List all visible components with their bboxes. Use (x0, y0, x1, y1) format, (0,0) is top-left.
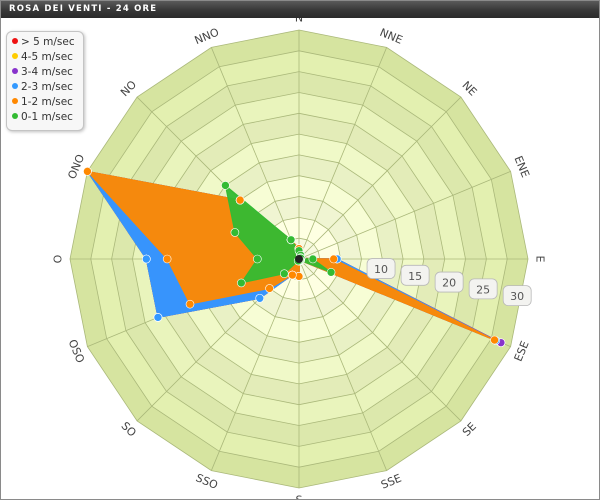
legend-label: 4-5 m/sec (21, 51, 73, 63)
data-point (185, 299, 195, 309)
legend-label: 2-3 m/sec (21, 81, 73, 93)
data-point (490, 335, 499, 345)
direction-label: ONO (65, 152, 87, 181)
radial-tick-label: 20 (442, 277, 456, 290)
data-point (308, 254, 318, 264)
direction-label: SO (118, 419, 138, 439)
data-point (221, 181, 230, 190)
direction-label: NE (459, 79, 479, 99)
direction-label: NNE (378, 26, 405, 47)
data-point (235, 195, 245, 205)
direction-label: OSO (66, 338, 87, 366)
data-point (326, 267, 336, 277)
direction-label: SSO (194, 471, 220, 492)
legend-label: 1-2 m/sec (21, 96, 73, 108)
chart-title: ROSA DEI VENTI - 24 ORE (9, 4, 158, 14)
legend-marker-icon (12, 98, 18, 104)
data-point (265, 284, 274, 293)
title-bar: ROSA DEI VENTI - 24 ORE (1, 1, 599, 18)
data-point (288, 270, 297, 280)
legend-item[interactable]: 4-5 m/sec (12, 50, 73, 64)
data-point (329, 254, 338, 264)
wind-rose-chart: N NNE NE ENE E ESE SE SSE S SSO SO OSO O ONO NO NNO 10 15… (52, 18, 547, 500)
legend-item[interactable]: 2-3 m/sec (12, 80, 73, 94)
legend-marker-icon (12, 83, 18, 89)
radial-tick-label: 25 (476, 283, 490, 296)
legend-label: > 5 m/sec (21, 36, 75, 48)
direction-label: NO (118, 78, 139, 99)
legend-item[interactable]: 0-1 m/sec (12, 110, 73, 124)
radial-tick-label: 30 (510, 290, 524, 303)
data-point (255, 293, 265, 303)
direction-label: S (296, 494, 303, 500)
chart-window: ROSA DEI VENTI - 24 ORE N NNE NE ENE E ESE SE S… (0, 0, 600, 500)
direction-label: ESE (512, 339, 532, 363)
direction-label: ENE (511, 154, 531, 179)
legend-item[interactable]: > 5 m/sec (12, 35, 75, 49)
legend-marker-icon (12, 38, 18, 44)
data-point (162, 254, 172, 264)
direction-label: SSE (379, 472, 403, 492)
direction-label: E (534, 256, 547, 263)
direction-label: O (52, 254, 65, 263)
data-point (279, 269, 289, 279)
data-point (253, 254, 262, 264)
radial-tick-label: 15 (408, 270, 422, 283)
radial-tick-label: 10 (374, 263, 388, 276)
legend-item[interactable]: 3-4 m/sec (12, 65, 73, 79)
direction-label: SE (460, 420, 479, 439)
legend-marker-icon (12, 113, 18, 119)
center-point (295, 255, 303, 263)
data-point (142, 254, 151, 264)
legend-label: 3-4 m/sec (21, 66, 73, 78)
direction-label: NNO (193, 25, 221, 47)
data-point (236, 278, 246, 288)
data-point (83, 167, 92, 176)
legend-label: 0-1 m/sec (21, 111, 73, 123)
data-point (286, 235, 296, 245)
data-point (153, 313, 163, 322)
legend-marker-icon (12, 53, 18, 59)
direction-label: N (295, 18, 303, 25)
legend-item[interactable]: 1-2 m/sec (12, 95, 73, 109)
data-point (230, 228, 240, 237)
legend-marker-icon (12, 68, 18, 74)
legend: > 5 m/sec 4-5 m/sec 3-4 m/sec 2-3 m/sec 1-2 … (6, 31, 84, 131)
